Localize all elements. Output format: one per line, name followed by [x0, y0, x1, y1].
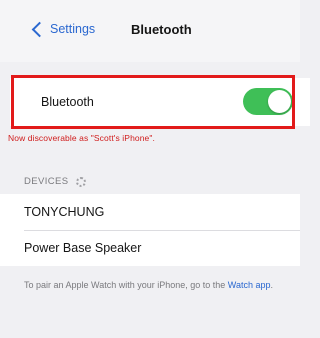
page-title: Bluetooth — [131, 22, 192, 37]
devices-section-header: DEVICES — [24, 176, 86, 187]
back-button-label: Settings — [50, 22, 96, 36]
watch-app-link[interactable]: Watch app — [228, 280, 271, 290]
devices-header-label: DEVICES — [24, 176, 69, 187]
loading-spinner-icon — [75, 176, 86, 187]
device-item-power-base-speaker[interactable]: Power Base Speaker — [24, 230, 294, 266]
discoverable-status: Now discoverable as "Scott's iPhone". — [8, 133, 155, 143]
navigation-bar: Settings Bluetooth — [0, 0, 300, 62]
back-button[interactable]: Settings — [31, 21, 96, 38]
pairing-footer-note: To pair an Apple Watch with your iPhone,… — [24, 279, 286, 292]
footer-text-before: To pair an Apple Watch with your iPhone,… — [24, 280, 228, 290]
device-item-tonychung[interactable]: TONYCHUNG — [24, 194, 294, 230]
footer-text-after: . — [270, 280, 274, 290]
chevron-left-icon — [31, 21, 48, 38]
highlight-box — [11, 75, 295, 129]
devices-list: TONYCHUNG Power Base Speaker — [0, 194, 300, 266]
